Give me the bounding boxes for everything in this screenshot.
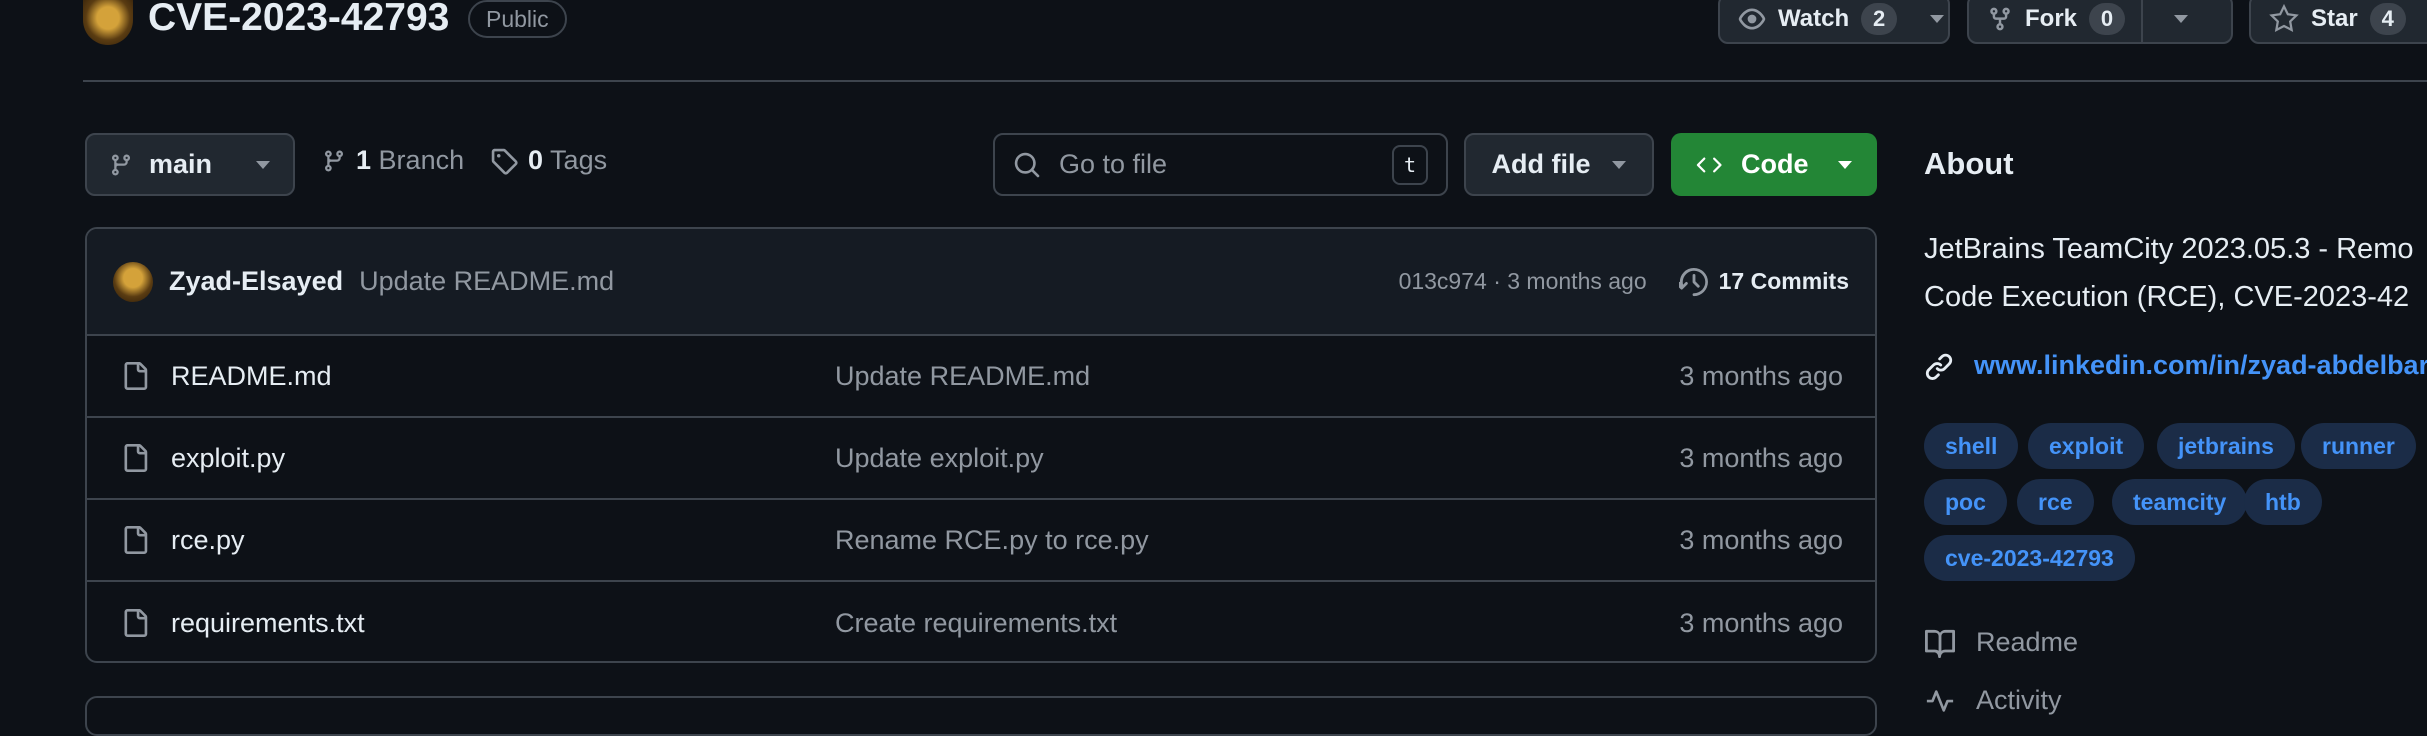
file-name[interactable]: requirements.txt	[171, 608, 365, 639]
search-icon	[1013, 151, 1041, 179]
triangle-down-icon	[1837, 160, 1853, 170]
file-icon	[121, 360, 149, 392]
readme-link[interactable]: Readme	[1924, 627, 2078, 658]
file-name[interactable]: rce.py	[171, 525, 245, 556]
history-icon	[1678, 267, 1709, 297]
header-divider	[83, 80, 2427, 82]
about-heading: About	[1924, 146, 2014, 181]
file-icon	[121, 442, 149, 474]
file-icon	[121, 607, 149, 639]
file-row[interactable]: exploit.py Update exploit.py 3 months ag…	[87, 418, 1875, 500]
tag-count: 0	[528, 145, 544, 175]
branch-icon	[322, 146, 346, 176]
visibility-badge: Public	[468, 0, 567, 38]
tag-label: Tags	[550, 145, 608, 175]
branch-label: Branch	[378, 145, 465, 175]
tags-link[interactable]: 0 Tags	[490, 145, 607, 176]
topic-tag[interactable]: exploit	[2028, 423, 2145, 469]
link-icon	[1924, 351, 1954, 381]
book-icon	[1924, 628, 1956, 658]
fork-dropdown[interactable]	[2143, 0, 2219, 42]
file-commit-message[interactable]: Create requirements.txt	[835, 608, 1117, 639]
file-icon	[121, 524, 149, 556]
file-commit-message[interactable]: Update README.md	[835, 361, 1090, 392]
homepage-link[interactable]: www.linkedin.com/in/zyad-abdelbar	[1924, 350, 2427, 381]
go-to-file-input[interactable]: Go to file t	[993, 133, 1448, 196]
branch-icon	[109, 150, 133, 180]
file-name[interactable]: README.md	[171, 361, 332, 392]
fork-icon	[1987, 4, 2013, 34]
file-date: 3 months ago	[1679, 607, 1843, 638]
fork-label: Fork	[2025, 5, 2078, 32]
commits-count: 17 Commits	[1718, 268, 1849, 294]
triangle-down-icon	[1929, 14, 1945, 24]
repo-owner-avatar[interactable]	[83, 0, 133, 45]
commits-history-link[interactable]: 17 Commits	[1678, 267, 1849, 297]
pulse-icon	[1924, 686, 1956, 716]
readme-label: Readme	[1976, 627, 2079, 657]
file-browser: Zyad-Elsayed Update README.md 013c974 · …	[85, 227, 1877, 663]
about-description-line: JetBrains TeamCity 2023.05.3 - Remo	[1924, 233, 2414, 265]
readme-panel	[85, 696, 1877, 736]
tag-icon	[490, 147, 518, 175]
file-date: 3 months ago	[1679, 524, 1843, 555]
file-commit-message[interactable]: Rename RCE.py to rce.py	[835, 525, 1149, 556]
topic-tag[interactable]: runner	[2301, 423, 2416, 469]
latest-commit-bar: Zyad-Elsayed Update README.md 013c974 · …	[87, 229, 1875, 336]
activity-label: Activity	[1976, 685, 2062, 715]
topic-tag[interactable]: htb	[2244, 479, 2322, 525]
watch-dropdown[interactable]	[1915, 0, 1959, 42]
search-placeholder: Go to file	[1059, 149, 1168, 179]
eye-icon	[1738, 5, 1766, 33]
code-label: Code	[1741, 149, 1809, 179]
activity-link[interactable]: Activity	[1924, 685, 2062, 716]
about-description-line: Code Execution (RCE), CVE-2023-42	[1924, 281, 2410, 313]
star-count: 4	[2369, 3, 2406, 35]
star-button[interactable]: Star 4	[2249, 0, 2427, 44]
triangle-down-icon	[1611, 160, 1627, 170]
file-row[interactable]: rce.py Rename RCE.py to rce.py 3 months …	[87, 500, 1875, 582]
triangle-down-icon	[2173, 14, 2189, 24]
code-icon	[1695, 153, 1725, 177]
branches-link[interactable]: 1 Branch	[322, 145, 464, 176]
branch-name: main	[149, 149, 213, 179]
branch-selector[interactable]: main	[85, 133, 295, 196]
repo-title[interactable]: CVE-2023-42793	[148, 0, 449, 40]
avatar[interactable]	[113, 261, 153, 302]
star-label: Star	[2311, 5, 2358, 32]
file-date: 3 months ago	[1679, 442, 1843, 473]
topic-tag[interactable]: poc	[1924, 479, 2007, 525]
triangle-down-icon	[255, 160, 271, 170]
file-name[interactable]: exploit.py	[171, 443, 285, 474]
file-commit-message[interactable]: Update exploit.py	[835, 443, 1044, 474]
add-file-button[interactable]: Add file	[1464, 133, 1654, 196]
commit-message[interactable]: Update README.md	[359, 266, 614, 297]
star-icon	[2269, 4, 2299, 34]
watch-label: Watch	[1778, 5, 1850, 32]
shortcut-key: t	[1392, 144, 1428, 185]
watch-button[interactable]: Watch 2	[1718, 0, 1950, 44]
about-description: JetBrains TeamCity 2023.05.3 - Remo Code…	[1924, 225, 2427, 321]
add-file-label: Add file	[1491, 149, 1591, 179]
topic-tag[interactable]: teamcity	[2112, 479, 2248, 525]
topic-tag[interactable]: cve-2023-42793	[1924, 535, 2135, 581]
commit-author[interactable]: Zyad-Elsayed	[169, 266, 343, 297]
file-date: 3 months ago	[1679, 360, 1843, 391]
topic-tag[interactable]: shell	[1924, 423, 2019, 469]
commit-meta[interactable]: 013c974 · 3 months ago	[1399, 268, 1647, 295]
file-row[interactable]: requirements.txt Create requirements.txt…	[87, 582, 1875, 661]
fork-count: 0	[2089, 3, 2126, 35]
file-row[interactable]: README.md Update README.md 3 months ago	[87, 336, 1875, 418]
watch-count: 2	[1861, 3, 1898, 35]
code-button[interactable]: Code	[1671, 133, 1877, 196]
homepage-url: www.linkedin.com/in/zyad-abdelbar	[1974, 350, 2427, 380]
topic-tag[interactable]: rce	[2017, 479, 2094, 525]
fork-button[interactable]: Fork 0	[1967, 0, 2233, 44]
branch-count: 1	[356, 145, 372, 175]
topic-tag[interactable]: jetbrains	[2157, 423, 2295, 469]
